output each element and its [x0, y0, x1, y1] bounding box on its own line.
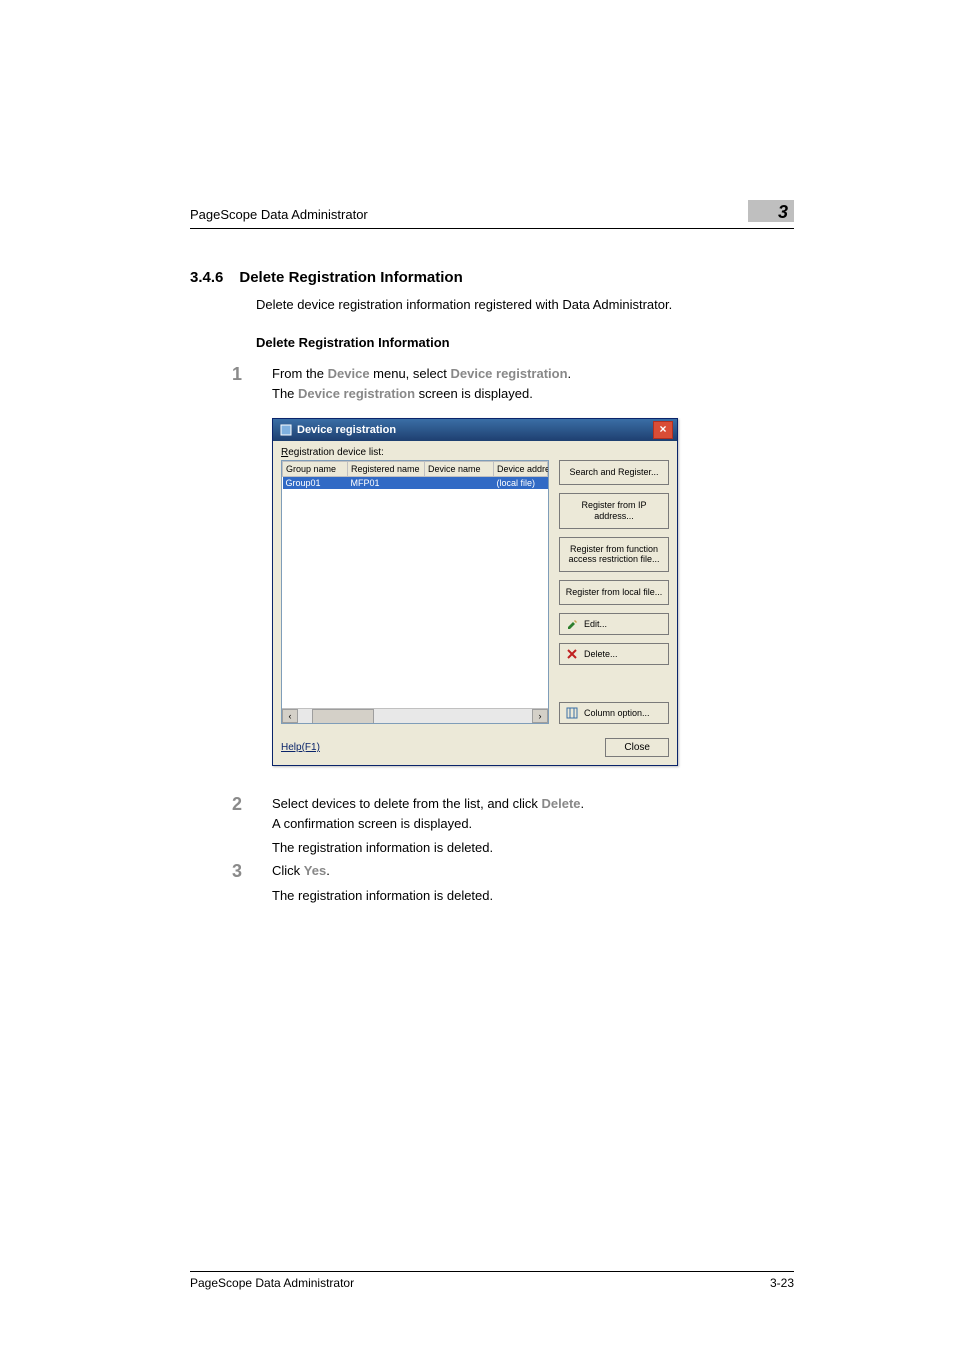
col-header[interactable]: Group name — [283, 462, 348, 477]
step: 2 Select devices to delete from the list… — [232, 794, 794, 834]
horizontal-scrollbar[interactable]: ‹ › — [282, 708, 548, 723]
running-head: PageScope Data Administrator 3 — [190, 200, 794, 229]
section-intro: Delete device registration information r… — [256, 296, 794, 315]
columns-icon — [566, 707, 578, 719]
step-line: The Device registration screen is displa… — [272, 386, 533, 401]
scroll-right-button[interactable]: › — [532, 709, 548, 723]
register-from-function-file-button[interactable]: Register from function access restrictio… — [559, 537, 669, 573]
step-result: The registration information is deleted. — [272, 888, 794, 903]
col-header[interactable]: Device address — [494, 462, 548, 477]
step-line: From the Device menu, select Device regi… — [272, 366, 571, 381]
step-number: 1 — [232, 364, 250, 404]
app-icon — [279, 423, 293, 437]
subheading: Delete Registration Information — [256, 335, 794, 350]
step: 3 Click Yes. — [232, 861, 794, 882]
step-line: Select devices to delete from the list, … — [272, 796, 584, 811]
step-line: A confirmation screen is displayed. — [272, 816, 472, 831]
cell-regname: MFP01 — [348, 477, 425, 490]
close-button[interactable]: Close — [605, 738, 669, 757]
step-body: From the Device menu, select Device regi… — [272, 364, 571, 404]
cell-devaddr: (local file) — [494, 477, 548, 490]
section-heading: 3.4.6 Delete Registration Information — [190, 269, 794, 286]
register-from-ip-button[interactable]: Register from IP address... — [559, 493, 669, 529]
section-number: 3.4.6 — [190, 269, 223, 286]
scroll-left-button[interactable]: ‹ — [282, 709, 298, 723]
step-line: Click Yes. — [272, 863, 330, 878]
step-number: 3 — [232, 861, 250, 882]
running-title: PageScope Data Administrator — [190, 207, 368, 222]
delete-button[interactable]: Delete... — [559, 643, 669, 665]
edit-icon — [566, 618, 578, 630]
page-footer: PageScope Data Administrator 3-23 — [190, 1271, 794, 1290]
step-result: The registration information is deleted. — [272, 840, 794, 855]
table-row[interactable]: Group01 MFP01 (local file) — [283, 477, 548, 490]
column-option-button[interactable]: Column option... — [559, 702, 669, 724]
chapter-number: 3 — [778, 202, 788, 222]
delete-icon — [566, 648, 578, 660]
col-header[interactable]: Device name — [425, 462, 494, 477]
close-icon[interactable]: × — [653, 421, 673, 439]
footer-right: 3-23 — [770, 1276, 794, 1290]
section-title: Delete Registration Information — [239, 269, 462, 286]
register-from-local-file-button[interactable]: Register from local file... — [559, 580, 669, 605]
footer-left: PageScope Data Administrator — [190, 1276, 354, 1290]
device-list[interactable]: Group name Registered name Device name D… — [281, 460, 549, 724]
step: 1 From the Device menu, select Device re… — [232, 364, 794, 404]
dialog-titlebar: Device registration × — [273, 419, 677, 441]
help-link[interactable]: Help(F1) — [281, 742, 320, 753]
chapter-badge: 3 — [748, 200, 794, 222]
cell-devname — [425, 477, 494, 490]
dialog-title: Device registration — [297, 424, 653, 436]
step-body: Select devices to delete from the list, … — [272, 794, 584, 834]
scroll-thumb[interactable] — [312, 709, 374, 724]
scroll-track[interactable] — [298, 709, 532, 723]
search-and-register-button[interactable]: Search and Register... — [559, 460, 669, 485]
step-body: Click Yes. — [272, 861, 330, 882]
step-number: 2 — [232, 794, 250, 834]
edit-button[interactable]: Edit... — [559, 613, 669, 635]
device-registration-dialog: Device registration × Registration devic… — [272, 418, 678, 766]
col-header[interactable]: Registered name — [348, 462, 425, 477]
cell-group: Group01 — [283, 477, 348, 490]
registration-list-label: Registration device list: — [281, 447, 669, 458]
